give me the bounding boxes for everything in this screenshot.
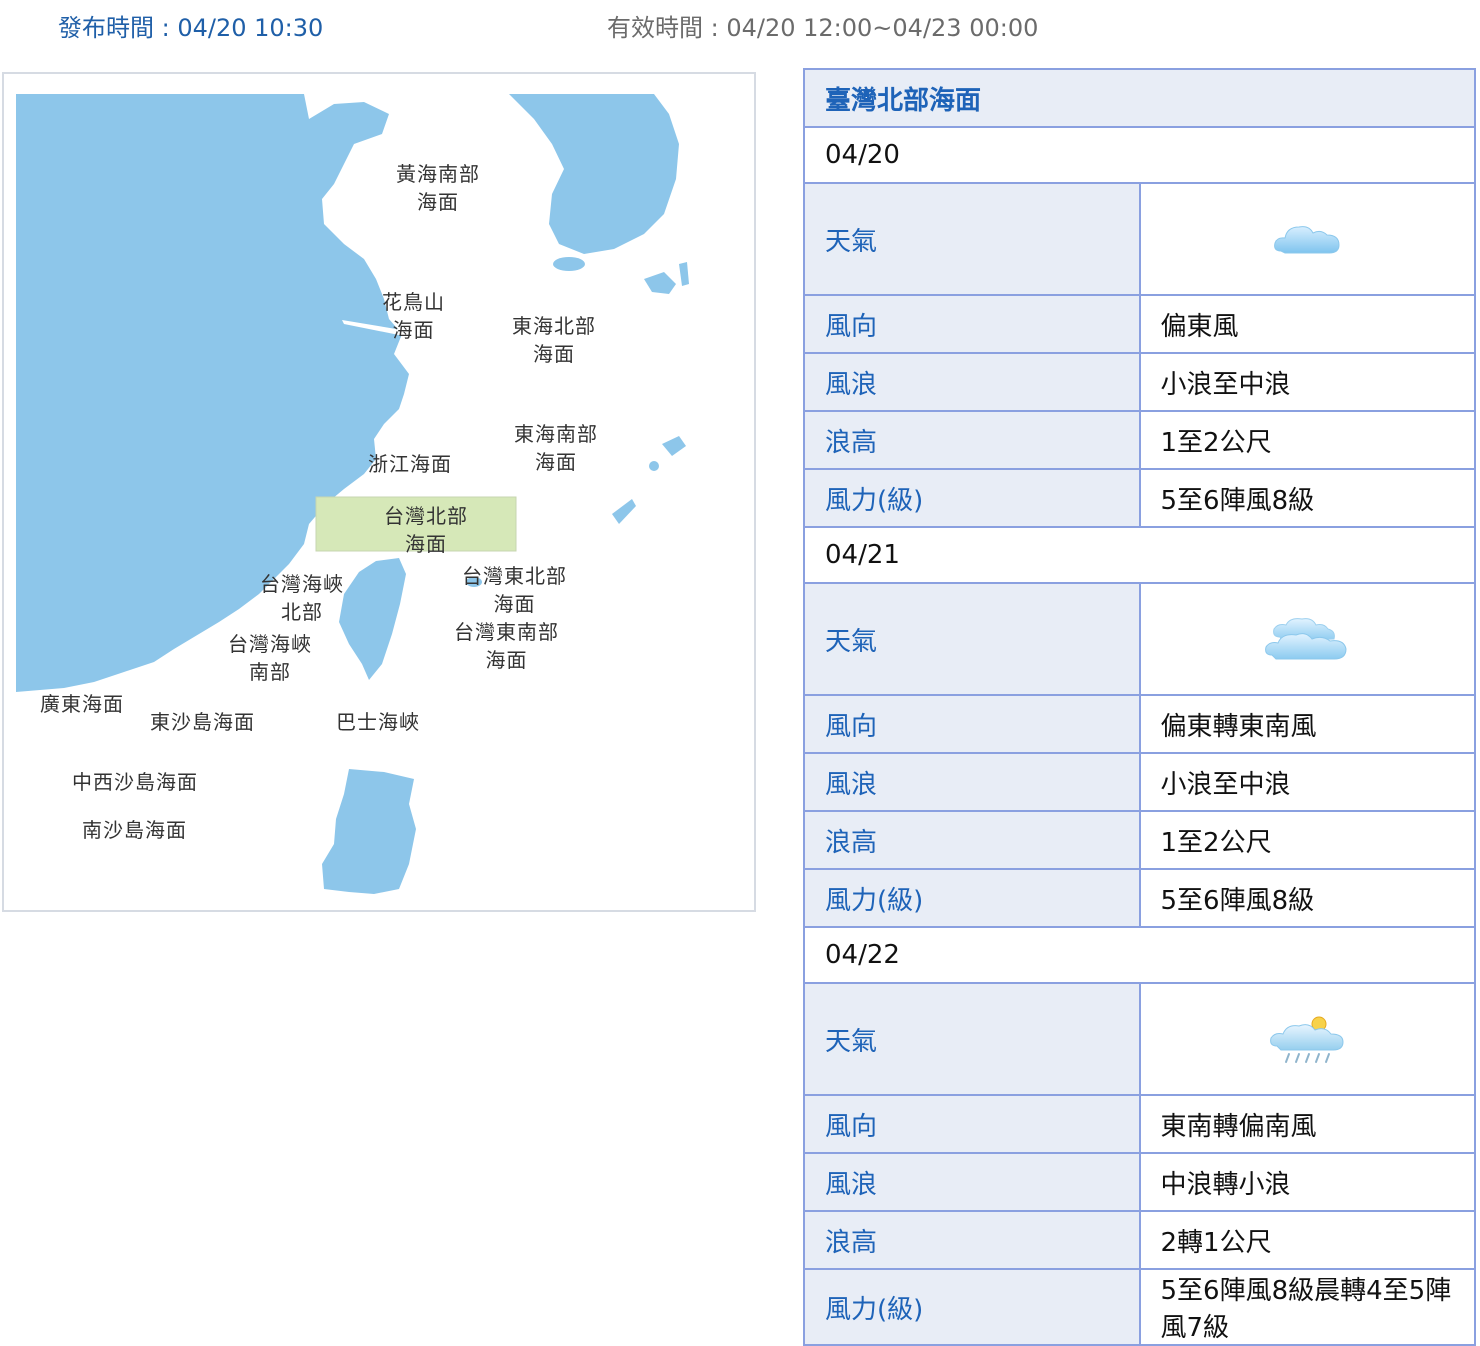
map-label-bashi-channel[interactable]: 巴士海峽 [336, 708, 420, 736]
forecast-date: 04/20 [803, 126, 1476, 184]
map-label-zhongxisha[interactable]: 中西沙島海面 [72, 768, 198, 796]
wind-force-value: 5至6陣風8級晨轉4至5陣風7級 [1138, 1268, 1476, 1346]
jeju-island [553, 257, 585, 271]
wind-force-value: 5至6陣風8級 [1138, 468, 1476, 528]
wave-height-label: 浪高 [803, 810, 1141, 870]
map-label-yellow-sea-south[interactable]: 黃海南部 海面 [396, 160, 480, 216]
map-label-east-china-sea-north[interactable]: 東海北部 海面 [512, 312, 596, 368]
wind-direction-value: 偏東轉東南風 [1138, 694, 1476, 754]
forecast-table: 臺灣北部海面 04/20 天氣 風向 偏東風 風浪 小浪至中浪 浪高 1至2公尺… [803, 68, 1476, 1346]
map-label-nansha[interactable]: 南沙島海面 [82, 816, 187, 844]
map-label-taiwan-strait-south[interactable]: 台灣海峽 南部 [228, 630, 312, 686]
wind-wave-value: 小浪至中浪 [1138, 352, 1476, 412]
weather-label: 天氣 [803, 582, 1141, 696]
valid-time: 有效時間 : 04/20 12:00~04/23 00:00 [607, 14, 1039, 42]
overcast-icon [1265, 618, 1347, 660]
wind-wave-label: 風浪 [803, 1152, 1141, 1212]
forecast-area-title: 臺灣北部海面 [803, 68, 1476, 128]
map-label-taiwan-southeast[interactable]: 台灣東南部 海面 [454, 618, 559, 674]
map-label-east-china-sea-south[interactable]: 東海南部 海面 [514, 420, 598, 476]
kyushu-tip [679, 262, 689, 286]
wind-direction-label: 風向 [803, 1094, 1141, 1154]
weather-icon-cell [1138, 582, 1476, 696]
forecast-date: 04/21 [803, 526, 1476, 584]
wind-direction-value: 東南轉偏南風 [1138, 1094, 1476, 1154]
korea-landmass [509, 94, 679, 254]
map-label-taiwan-strait-north[interactable]: 台灣海峽 北部 [260, 570, 344, 626]
wind-wave-value: 中浪轉小浪 [1138, 1152, 1476, 1212]
wind-wave-label: 風浪 [803, 752, 1141, 812]
cloudy-showers-sun-icon [1270, 1016, 1344, 1063]
wave-height-value: 1至2公尺 [1138, 410, 1476, 470]
map-label-taiwan-north[interactable]: 台灣北部 海面 [384, 502, 468, 558]
map-label-dongsha[interactable]: 東沙島海面 [150, 708, 255, 736]
wave-height-label: 浪高 [803, 1210, 1141, 1270]
wind-force-label: 風力(級) [803, 468, 1141, 528]
map-label-guangdong[interactable]: 廣東海面 [40, 690, 124, 718]
cloudy-icon [1274, 226, 1340, 254]
ryukyu-1 [662, 436, 686, 456]
issued-time: 發布時間 : 04/20 10:30 [58, 14, 324, 42]
wave-height-value: 1至2公尺 [1138, 810, 1476, 870]
forecast-date: 04/22 [803, 926, 1476, 984]
weather-icon-cell [1138, 982, 1476, 1096]
wind-direction-label: 風向 [803, 294, 1141, 354]
wind-force-value: 5至6陣風8級 [1138, 868, 1476, 928]
weather-label: 天氣 [803, 182, 1141, 296]
weather-label: 天氣 [803, 982, 1141, 1096]
sea-area-map: 黃海南部 海面 花鳥山 海面 東海北部 海面 東海南部 海面 浙江海面 台灣北部… [2, 72, 756, 912]
wind-force-label: 風力(級) [803, 868, 1141, 928]
wind-direction-label: 風向 [803, 694, 1141, 754]
wind-direction-value: 偏東風 [1138, 294, 1476, 354]
ryukyu-2 [649, 461, 659, 471]
map-label-huaniaoshan[interactable]: 花鳥山 海面 [382, 288, 445, 344]
map-label-zhejiang[interactable]: 浙江海面 [368, 450, 452, 478]
wind-wave-value: 小浪至中浪 [1138, 752, 1476, 812]
wave-height-value: 2轉1公尺 [1138, 1210, 1476, 1270]
ryukyu-3 [612, 499, 636, 524]
weather-icon-cell [1138, 182, 1476, 296]
kyushu-islets [644, 272, 676, 294]
map-label-taiwan-northeast[interactable]: 台灣東北部 海面 [462, 562, 567, 618]
wave-height-label: 浪高 [803, 410, 1141, 470]
wind-wave-label: 風浪 [803, 352, 1141, 412]
taiwan-island [339, 558, 406, 680]
wind-force-label: 風力(級) [803, 1268, 1141, 1346]
luzon-landmass [322, 769, 416, 894]
